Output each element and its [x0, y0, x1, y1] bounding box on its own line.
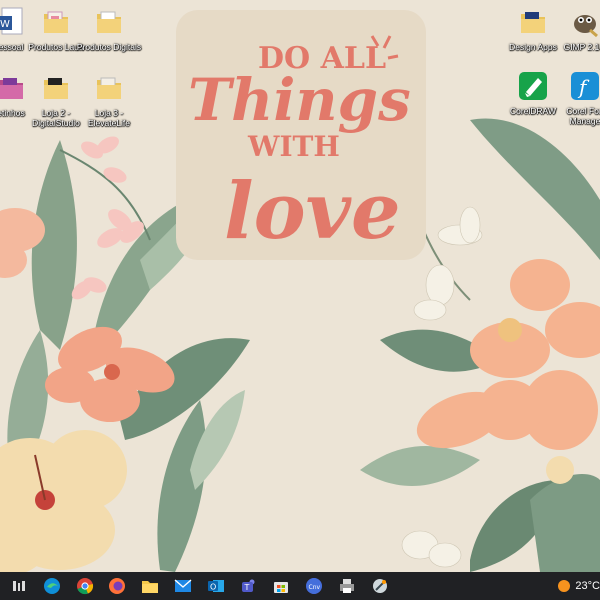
- canva-icon: Cnv: [306, 578, 323, 594]
- folder-icon: [94, 6, 124, 38]
- desktop-icon-corel-font-manager[interactable]: f Corel Fon Manage: [552, 70, 600, 126]
- firefox-button[interactable]: [104, 574, 130, 598]
- quote-line-3: WITH: [247, 130, 340, 163]
- teams-button[interactable]: T: [235, 574, 261, 598]
- chrome-button[interactable]: [72, 574, 98, 598]
- taskbar: O T Cnv 23°C: [0, 572, 600, 600]
- svg-text:T: T: [244, 583, 250, 592]
- quote-line-4: love: [224, 166, 401, 257]
- weather-temperature: 23°C: [575, 580, 600, 592]
- printer-icon: [339, 579, 354, 593]
- edge-icon: [43, 578, 60, 594]
- weather-widget[interactable]: 23°C: [557, 579, 600, 593]
- store-icon: [274, 582, 289, 593]
- design-tool-icon: [372, 579, 387, 593]
- canva-button[interactable]: Cnv: [301, 574, 327, 598]
- desktop: DO ALL Things WITH love W essoal Produto…: [0, 0, 600, 572]
- firefox-icon: [109, 578, 126, 594]
- store-button[interactable]: [268, 574, 294, 598]
- svg-text:Cnv: Cnv: [309, 584, 321, 591]
- desktop-icon-label: Loja 3 - ElevateLife: [87, 108, 131, 128]
- quote-text: DO ALL Things WITH love: [188, 35, 411, 257]
- design-tool-button[interactable]: [367, 574, 393, 598]
- corel-font-manager-icon: f: [570, 70, 600, 102]
- system-tray: 23°C: [557, 572, 600, 600]
- svg-text:O: O: [210, 583, 216, 592]
- task-view-button[interactable]: [6, 574, 32, 598]
- mail-button[interactable]: [170, 574, 196, 598]
- desktop-icon-gimp[interactable]: GIMP 2.10.: [552, 6, 600, 52]
- teams-icon: T: [242, 579, 255, 592]
- edge-button[interactable]: [39, 574, 65, 598]
- coreldraw-icon: [518, 70, 548, 102]
- desktop-icon-label: Corel Fon Manage: [566, 106, 600, 126]
- mail-icon: [174, 579, 192, 592]
- task-view-icon: [13, 581, 25, 591]
- folder-icon: [518, 6, 548, 38]
- outlook-button[interactable]: O: [203, 574, 229, 598]
- chrome-icon: [76, 578, 93, 595]
- desktop-icon-label: Produtos Digitais: [76, 42, 142, 52]
- folder-icon: [94, 72, 124, 104]
- gimp-icon: [570, 6, 600, 38]
- desktop-icon-loja-3[interactable]: Loja 3 - ElevateLife: [76, 72, 142, 128]
- sun-icon: [558, 580, 571, 592]
- desktop-icon-label: GIMP 2.10.: [563, 42, 600, 52]
- quote-line-2: Things: [188, 66, 411, 134]
- file-explorer-button[interactable]: [137, 574, 163, 598]
- outlook-icon: O: [207, 580, 224, 592]
- printer-button[interactable]: [334, 574, 360, 598]
- file-explorer-icon: [142, 581, 159, 593]
- desktop-icon-produtos-digitais[interactable]: Produtos Digitais: [76, 6, 142, 52]
- svg-text:W: W: [0, 19, 10, 30]
- folder-icon: [41, 6, 71, 38]
- folder-icon: [41, 72, 71, 104]
